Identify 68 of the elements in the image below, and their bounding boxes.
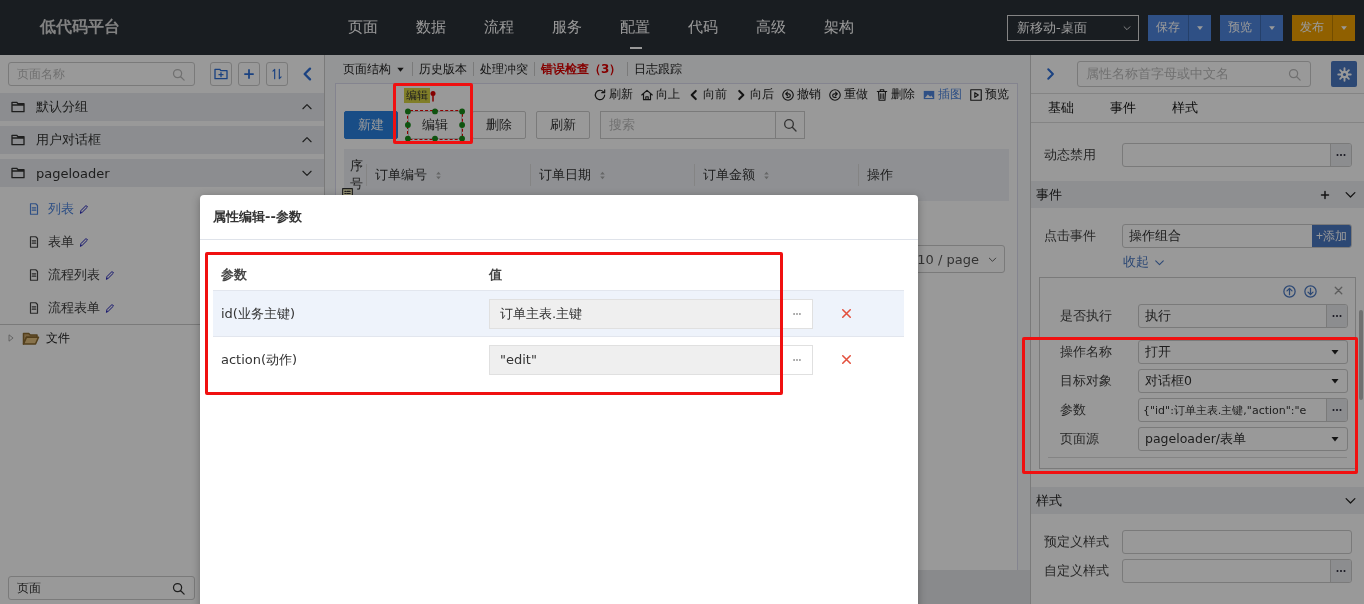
toolbar-button[interactable]: 删除: [875, 86, 915, 103]
panel-tab[interactable]: 事件: [1110, 99, 1136, 117]
toolbar-button[interactable]: 刷新: [593, 86, 633, 103]
nav-tab[interactable]: 页面: [329, 0, 397, 55]
column-header[interactable]: 订单编号: [374, 166, 427, 184]
nav-tab[interactable]: 代码: [669, 0, 737, 55]
select-field[interactable]: pageloader/表单: [1138, 427, 1348, 451]
field-label: 目标对象: [1060, 372, 1113, 390]
dialog-title: 属性编辑--参数: [200, 195, 918, 240]
input-field[interactable]: 操作组合 +添加: [1122, 224, 1352, 248]
group-header[interactable]: 默认分组: [0, 93, 324, 121]
canvas-button[interactable]: 编辑: [408, 111, 462, 139]
nav-tab[interactable]: 流程: [465, 0, 533, 55]
field-label: 操作名称: [1060, 343, 1113, 361]
canvas-button[interactable]: 删除: [472, 111, 526, 139]
field-label: 自定义样式: [1044, 562, 1110, 580]
select-field[interactable]: 对话框0: [1138, 369, 1348, 393]
input-field[interactable]: {"id":订单主表.主键,"action":"e: [1138, 398, 1348, 422]
device-select[interactable]: 新移动-桌面: [1007, 14, 1139, 41]
add-button[interactable]: +添加: [1312, 225, 1351, 247]
section-header[interactable]: 样式: [1031, 487, 1364, 514]
canvas-button[interactable]: 新建: [344, 111, 398, 139]
designer-tab[interactable]: 日志跟踪: [628, 62, 689, 76]
input-field[interactable]: 执行: [1138, 304, 1348, 328]
column-header: 值: [489, 266, 502, 284]
toolbar-button[interactable]: 向前: [687, 86, 727, 103]
table-row[interactable]: id(业务主键) 订单主表.主键: [213, 290, 904, 336]
toolbar-button[interactable]: 向上: [640, 86, 680, 103]
group-header[interactable]: 用户对话框: [0, 126, 324, 154]
table-row[interactable]: action(动作) "edit": [213, 336, 904, 382]
collapse-link[interactable]: 收起: [1123, 253, 1166, 271]
input-field[interactable]: "edit": [489, 344, 813, 375]
field-label: 参数: [1060, 401, 1087, 419]
designer-tab[interactable]: 处理冲突: [474, 62, 535, 76]
toolbar-button[interactable]: 撤销: [781, 86, 821, 103]
column-header[interactable]: 序号: [350, 157, 366, 193]
nav-tab[interactable]: 配置: [601, 0, 669, 55]
panel-tab[interactable]: 样式: [1172, 99, 1198, 117]
field-label: 点击事件: [1044, 227, 1097, 245]
group-header[interactable]: pageloader: [0, 159, 324, 187]
field-label: 预定义样式: [1044, 533, 1110, 551]
toolbar-button[interactable]: 向后: [734, 86, 774, 103]
column-header: 参数: [220, 266, 248, 284]
param-name: id(业务主键): [220, 304, 296, 323]
designer-tab[interactable]: 错误检查（3）: [535, 62, 629, 76]
designer-tab[interactable]: 历史版本: [413, 62, 474, 76]
param-name: action(动作): [220, 350, 299, 369]
field-label: 页面源: [1060, 430, 1100, 448]
search-field[interactable]: 页面: [8, 576, 195, 600]
canvas-button[interactable]: 刷新: [536, 111, 590, 139]
column-header[interactable]: 订单金额: [702, 166, 755, 184]
toolbar-button[interactable]: 重做: [828, 86, 868, 103]
nav-tab[interactable]: 架构: [805, 0, 873, 55]
nav-tab[interactable]: 高级: [737, 0, 805, 55]
panel-tab[interactable]: 基础: [1048, 99, 1074, 117]
column-header[interactable]: 操作: [866, 166, 893, 184]
field-label: 动态禁用: [1044, 146, 1097, 164]
app-logo: 低代码平台: [38, 17, 121, 38]
field-label: 是否执行: [1060, 307, 1113, 325]
toolbar-button[interactable]: 预览: [969, 86, 1009, 103]
column-header[interactable]: 订单日期: [538, 166, 591, 184]
section-header[interactable]: 事件: [1031, 181, 1364, 208]
nav-tab[interactable]: 数据: [397, 0, 465, 55]
component-tag: 编辑: [404, 88, 430, 103]
input-field[interactable]: 订单主表.主键: [489, 298, 813, 329]
select-field[interactable]: 打开: [1138, 340, 1348, 364]
nav-tab[interactable]: 服务: [533, 0, 601, 55]
designer-tab[interactable]: 页面结构: [337, 62, 413, 76]
